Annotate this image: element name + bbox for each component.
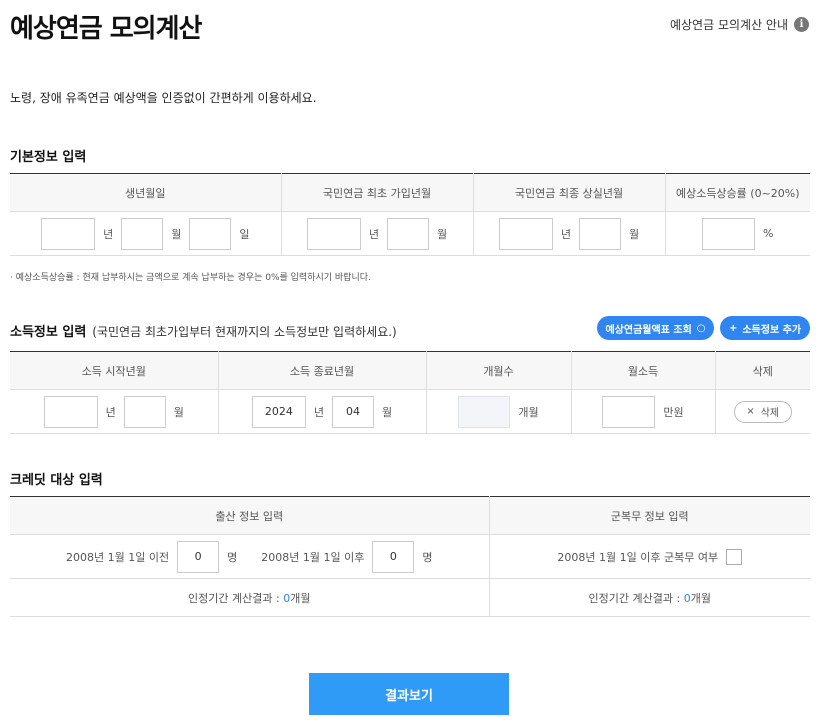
percent-unit: % [763,227,774,240]
header-delete: 삭제 [715,351,810,390]
income-start-month-input[interactable] [123,395,166,428]
income-section-title-text: 소득정보 입력 [10,325,87,340]
birth-year-input[interactable] [41,217,96,250]
month-unit: 월 [629,227,640,241]
intro-text: 노령, 장애 유족연금 예상액을 인증없이 간편하게 이용하세요. [10,91,317,105]
result-unit: 개월 [690,591,711,605]
income-section-title: 소득정보 입력 (국민연금 최초가입부터 현재까지의 소득정보만 입력하세요.) [10,321,397,340]
add-income-button[interactable]: + 소득정보 추가 [720,316,810,340]
guide-link-label: 예상연금 모의계산 안내 [669,18,788,32]
info-icon: i [794,17,809,32]
header-last-loss: 국민연금 최종 상실년월 [473,173,666,212]
last-loss-year-input[interactable] [498,217,553,250]
last-loss-month-input[interactable] [579,217,621,250]
monthly-income-input[interactable] [602,395,656,428]
military-result-value: 0 [683,591,691,605]
military-result: 인정기간 계산결과 : 0개월 [489,578,810,617]
birthdate-cell: 년 월 일 [10,211,282,256]
person-unit: 명 [422,550,433,564]
first-join-month-input[interactable] [387,217,429,250]
header-monthly-income: 월소득 [571,351,716,390]
header-birthdate: 생년월일 [10,173,282,212]
military-result-label: 인정기간 계산결과 : [588,591,684,605]
income-rate-input[interactable] [702,217,756,250]
delete-row-button[interactable]: × 삭제 [733,400,792,423]
first-join-year-input[interactable] [306,217,361,250]
after-2008-label: 2008년 1월 1일 이후 [261,550,365,564]
header-first-join: 국민연금 최초 가입년월 [281,173,474,212]
income-end-year-input[interactable] [251,395,306,428]
month-unit: 월 [437,227,448,241]
birth-count-cell: 2008년 1월 1일 이전 명 2008년 1월 1일 이후 명 [10,534,490,579]
header-income-rate: 예상소득상승률 (0~20%) [665,173,810,212]
credit-section-title: 크레딧 대상 입력 [10,473,103,488]
credit-table: 출산 정보 입력 군복무 정보 입력 2008년 1월 1일 이전 명 2008… [10,496,810,617]
months-count-field [458,395,511,428]
military-checkbox[interactable] [726,548,743,565]
header-military-info: 군복무 정보 입력 [489,496,810,535]
income-table: 소득 시작년월 소득 종료년월 개월수 월소득 삭제 년 월 년 월 [10,351,810,434]
birth-result-label: 인정기간 계산결과 : [188,591,284,605]
year-unit: 년 [368,227,379,241]
year-unit: 년 [560,227,571,241]
guide-link[interactable]: 예상연금 모의계산 안내 i [670,16,809,33]
month-unit: 월 [171,227,182,241]
plus-icon: + [728,322,738,334]
birth-day-input[interactable] [189,217,232,250]
income-rate-note: · 예상소득상승률 : 현재 납부하시는 금액으로 계속 납부하는 경우는 0%… [10,273,371,283]
close-icon: × [746,406,755,417]
lookup-button-label: 예상연금월액표 조회 [605,324,692,336]
income-rate-cell: % [665,211,810,256]
header-income-end: 소득 종료년월 [218,351,427,390]
header-months: 개월수 [426,351,572,390]
search-icon: ○ [696,322,706,334]
header-income-start: 소득 시작년월 [10,351,219,390]
months-unit: 개월 [518,405,539,419]
show-result-button[interactable]: 결과보기 [309,673,509,715]
person-unit: 명 [227,550,238,564]
day-unit: 일 [239,227,250,241]
birth-month-input[interactable] [121,217,164,250]
before-2008-count-input[interactable] [177,540,220,573]
add-income-label: 소득정보 추가 [742,324,802,336]
basic-info-table: 생년월일 국민연금 최초 가입년월 국민연금 최종 상실년월 예상소득상승률 (… [10,173,810,256]
result-unit: 개월 [290,591,311,605]
military-label: 2008년 1월 1일 이후 군복무 여부 [557,550,719,564]
page-title: 예상연금 모의계산 [10,14,202,44]
year-unit: 년 [103,227,114,241]
after-2008-count-input[interactable] [372,540,415,573]
month-unit: 월 [173,405,184,419]
before-2008-label: 2008년 1월 1일 이전 [66,550,170,564]
table-row: 년 월 년 월 개월 만원 [10,389,810,434]
birth-result: 인정기간 계산결과 : 0개월 [10,578,490,617]
basic-section-title: 기본정보 입력 [10,150,87,165]
header-birth-info: 출산 정보 입력 [10,496,490,535]
year-unit: 년 [313,405,324,419]
delete-label: 삭제 [760,408,780,419]
first-join-cell: 년 월 [281,211,474,256]
pension-table-lookup-button[interactable]: 예상연금월액표 조회 ○ [597,316,714,340]
month-unit: 월 [382,405,393,419]
manwon-unit: 만원 [663,405,684,419]
income-rate-note-text: 예상소득상승률 : 현재 납부하시는 금액으로 계속 납부하는 경우는 0%를 … [15,273,371,283]
income-start-year-input[interactable] [43,395,98,428]
year-unit: 년 [105,405,116,419]
last-loss-cell: 년 월 [473,211,666,256]
military-cell: 2008년 1월 1일 이후 군복무 여부 [489,534,810,579]
income-section-subtitle: (국민연금 최초가입부터 현재까지의 소득정보만 입력하세요.) [92,325,397,339]
income-end-month-input[interactable] [332,395,374,428]
